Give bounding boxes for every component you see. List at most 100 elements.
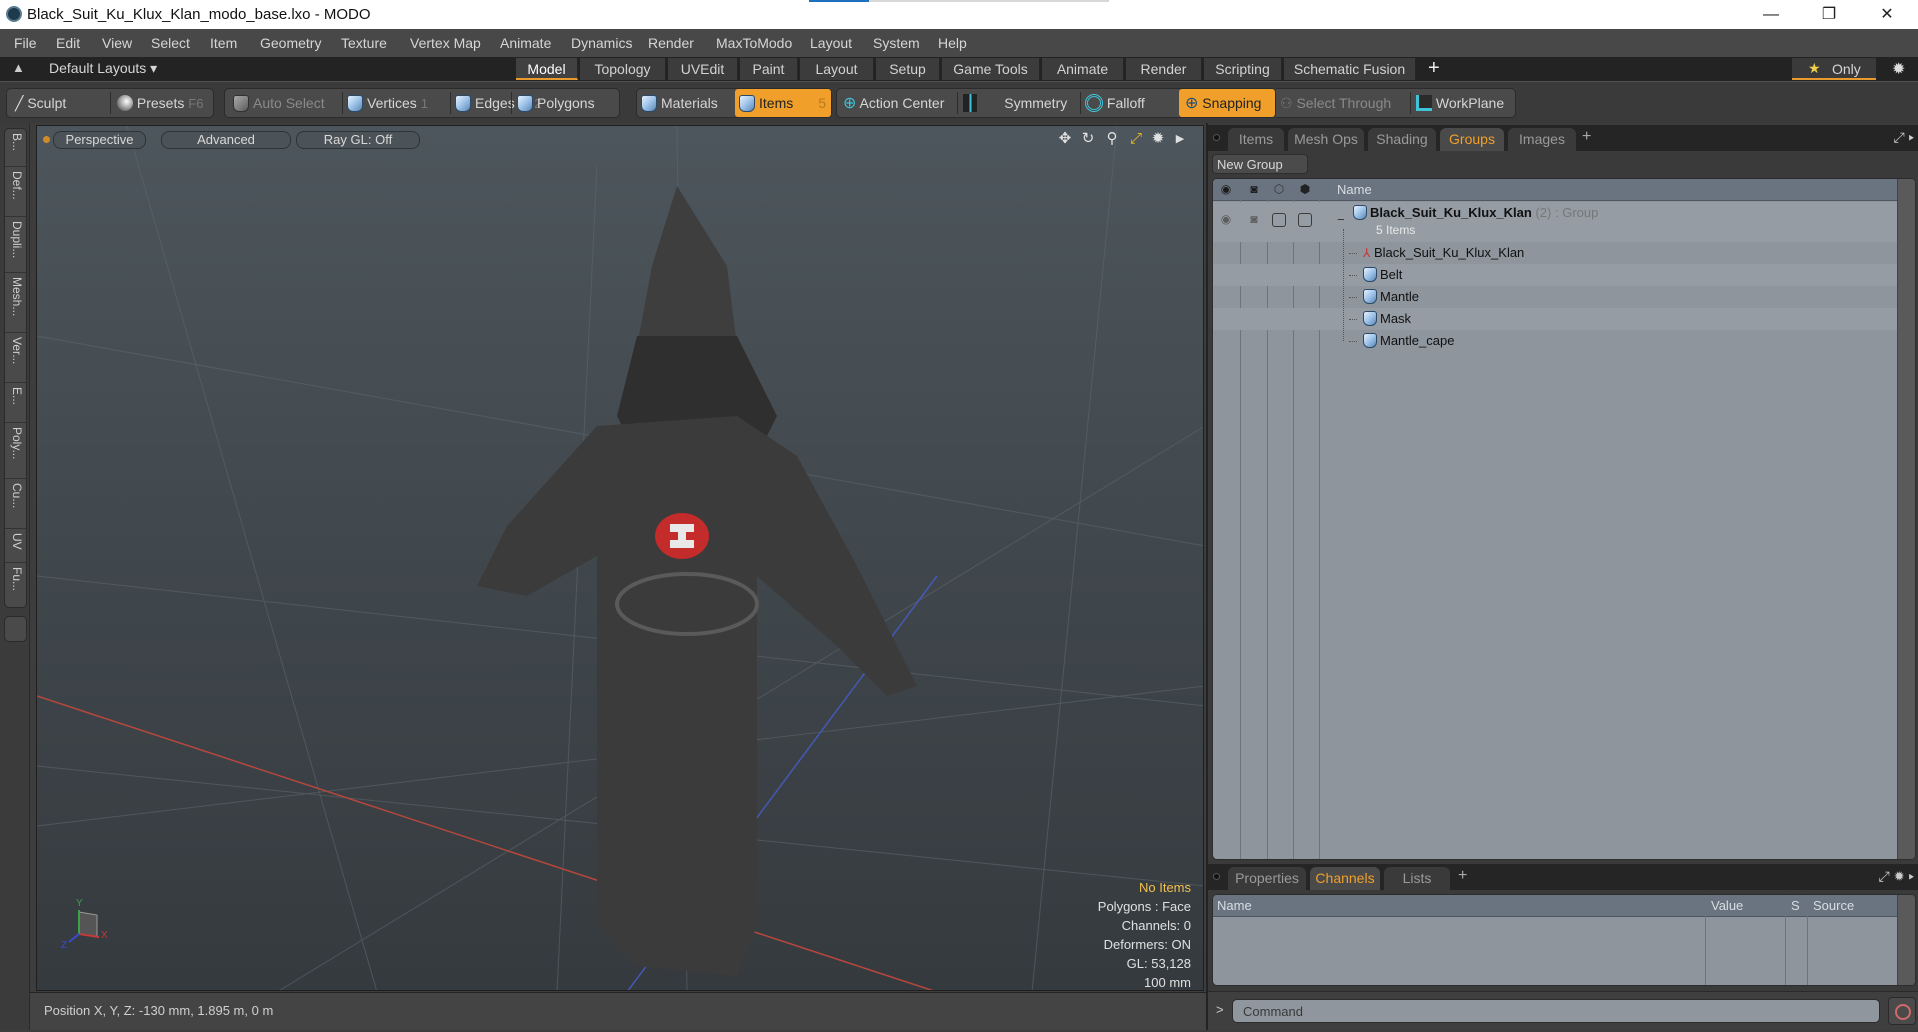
viewport-settings-icon[interactable]: ✹	[1149, 130, 1167, 148]
record-macro-button[interactable]	[1888, 997, 1916, 1025]
tab-channels[interactable]: Channels	[1310, 867, 1380, 890]
list-item[interactable]: Mantle_cape	[1213, 330, 1899, 352]
tab-items[interactable]: Items	[1228, 128, 1284, 151]
maximize-viewport-icon[interactable]: ⤢	[1127, 130, 1145, 148]
vertices-button[interactable]: Vertices 1	[347, 89, 428, 117]
ray-gl-button[interactable]: Ray GL: Off	[296, 131, 420, 149]
render-camera-icon[interactable]: ◙	[1246, 182, 1262, 198]
falloff-button[interactable]: Falloff	[1085, 89, 1145, 117]
vtab-vertex[interactable]: Ver...	[5, 333, 28, 383]
name-column-header[interactable]: Name	[1337, 182, 1372, 197]
list-item[interactable]: Mantle	[1213, 286, 1899, 308]
tab-paint[interactable]: Paint	[740, 58, 798, 80]
vtab-mesh[interactable]: Mesh...	[5, 273, 28, 333]
tab-groups[interactable]: Groups	[1440, 128, 1504, 151]
snapping-button[interactable]: ⊕ Snapping	[1179, 89, 1275, 117]
tab-render[interactable]: Render	[1126, 58, 1202, 80]
vtab-deform[interactable]: Def...	[5, 167, 28, 217]
strip-toggle-button[interactable]	[4, 616, 27, 642]
tab-animate[interactable]: Animate	[1042, 58, 1124, 80]
pan-icon[interactable]: ✥	[1056, 130, 1074, 148]
lock-cube-icon[interactable]: ⬡	[1271, 182, 1287, 198]
menu-layout[interactable]: Layout	[810, 35, 852, 51]
new-group-button[interactable]: New Group	[1212, 154, 1308, 174]
tab-topology[interactable]: Topology	[580, 58, 666, 80]
menu-help[interactable]: Help	[938, 35, 967, 51]
action-center-button[interactable]: ⊕ Action Center	[843, 89, 944, 117]
select-checkbox[interactable]	[1298, 213, 1312, 227]
menu-dynamics[interactable]: Dynamics	[571, 35, 632, 51]
visibility-eye-icon[interactable]: ◉	[1218, 212, 1234, 228]
vtab-fusion[interactable]: Fu...	[5, 563, 28, 609]
menu-file[interactable]: File	[14, 35, 37, 51]
add-layout-button[interactable]: +	[1428, 57, 1440, 80]
minimize-button[interactable]: —	[1742, 0, 1800, 29]
panel-expand-icon[interactable]: ⤢ ▸	[1894, 129, 1915, 146]
symmetry-button[interactable]: Symmetry	[963, 89, 1067, 117]
menu-animate[interactable]: Animate	[500, 35, 551, 51]
menu-select[interactable]: Select	[151, 35, 190, 51]
panel-dot-icon[interactable]	[1213, 873, 1220, 880]
workplane-button[interactable]: WorkPlane	[1416, 89, 1504, 117]
menu-system[interactable]: System	[873, 35, 920, 51]
add-tab-button[interactable]: +	[1458, 867, 1467, 885]
vtab-edge[interactable]: E...	[5, 383, 28, 423]
sculpt-button[interactable]: ╱ Sculpt	[15, 89, 66, 117]
tab-scripting[interactable]: Scripting	[1204, 58, 1282, 80]
viewport-indicator-dot[interactable]	[43, 136, 50, 143]
list-item[interactable]: ⅄ Black_Suit_Ku_Klux_Klan	[1213, 242, 1899, 264]
vtab-curve[interactable]: Cu...	[5, 479, 28, 529]
value-column-header[interactable]: Value	[1711, 898, 1743, 913]
list-item[interactable]: Mask	[1213, 308, 1899, 330]
rotate-icon[interactable]: ↻	[1079, 130, 1097, 148]
vtab-polygon[interactable]: Poly...	[5, 423, 28, 479]
tab-uvedit[interactable]: UVEdit	[668, 58, 738, 80]
group-row[interactable]: ◉ ◙ − Black_Suit_Ku_Klux_Klan (2) : Grou…	[1213, 202, 1899, 242]
tab-layout[interactable]: Layout	[800, 58, 874, 80]
select-cube-icon[interactable]: ⬢	[1297, 182, 1313, 198]
menu-render[interactable]: Render	[648, 35, 694, 51]
polygons-button[interactable]: Polygons	[517, 89, 595, 117]
menu-view[interactable]: View	[102, 35, 132, 51]
default-layouts-dropdown[interactable]: Default Layouts ▾	[49, 60, 157, 77]
view-mode-button[interactable]: Perspective	[53, 131, 146, 149]
channels-scrollbar[interactable]	[1897, 895, 1915, 985]
materials-button[interactable]: Materials	[641, 89, 718, 117]
menu-vertex-map[interactable]: Vertex Map	[410, 35, 481, 51]
presets-button[interactable]: Presets F6	[117, 89, 203, 117]
close-button[interactable]: ✕	[1858, 0, 1916, 29]
name-column-header[interactable]: Name	[1217, 898, 1252, 913]
select-through-button[interactable]: ⚇ Select Through	[1280, 89, 1391, 117]
source-column-header[interactable]: Source	[1813, 898, 1854, 913]
list-item[interactable]: Belt	[1213, 264, 1899, 286]
command-input[interactable]	[1232, 999, 1880, 1023]
items-button[interactable]: Items 5	[735, 89, 831, 117]
only-favorites-toggle[interactable]: ★ Only	[1792, 58, 1876, 80]
lock-checkbox[interactable]	[1272, 213, 1286, 227]
menu-texture[interactable]: Texture	[341, 35, 387, 51]
gear-icon[interactable]: ✹	[1892, 59, 1905, 79]
viewport-menu-arrow-icon[interactable]: ▶	[1171, 130, 1189, 148]
vtab-basic[interactable]: B...	[5, 129, 28, 167]
tab-mesh-ops[interactable]: Mesh Ops	[1288, 128, 1364, 151]
menu-maxtomodo[interactable]: MaxToModo	[716, 35, 792, 51]
tab-lists[interactable]: Lists	[1384, 867, 1450, 890]
tab-images[interactable]: Images	[1508, 128, 1576, 151]
tab-model[interactable]: Model	[516, 58, 578, 80]
tab-game-tools[interactable]: Game Tools	[942, 58, 1040, 80]
menu-geometry[interactable]: Geometry	[260, 35, 321, 51]
tab-properties[interactable]: Properties	[1228, 867, 1306, 890]
zoom-icon[interactable]: ⚲	[1103, 130, 1121, 148]
visibility-eye-icon[interactable]: ◉	[1218, 182, 1234, 198]
menu-item[interactable]: Item	[210, 35, 237, 51]
vtab-uv[interactable]: UV	[5, 529, 28, 563]
collapse-up-icon[interactable]: ▲	[12, 60, 25, 75]
maximize-button[interactable]: ❐	[1800, 0, 1858, 29]
auto-select-button[interactable]: Auto Select	[233, 89, 325, 117]
tab-shading[interactable]: Shading	[1368, 128, 1436, 151]
vtab-duplicate[interactable]: Dupli...	[5, 217, 28, 273]
groups-scrollbar[interactable]	[1897, 179, 1915, 859]
render-camera-icon[interactable]: ◙	[1246, 212, 1262, 228]
s-column-header[interactable]: S	[1791, 898, 1800, 913]
tab-setup[interactable]: Setup	[876, 58, 940, 80]
